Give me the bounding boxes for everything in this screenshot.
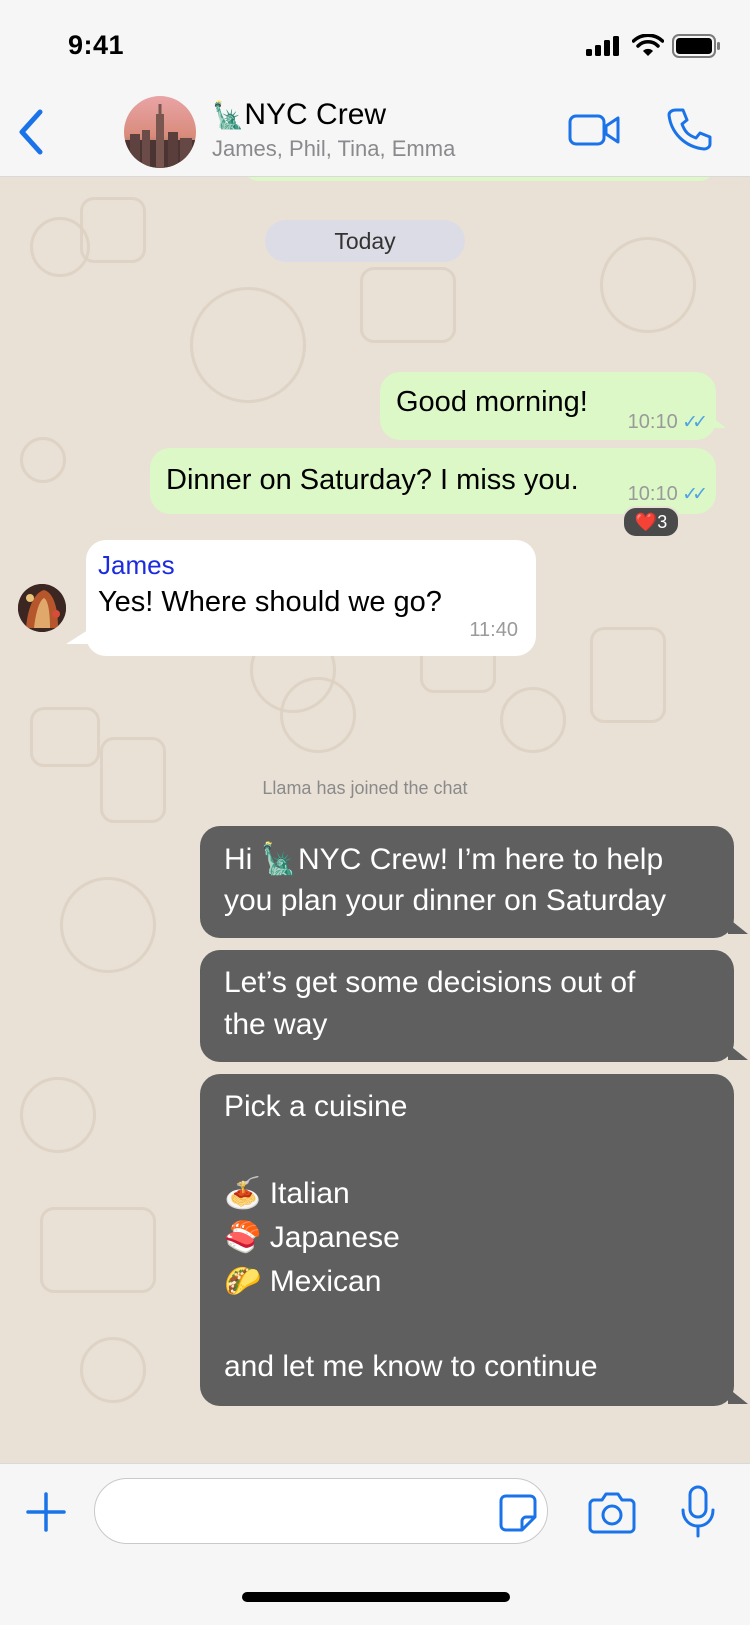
cuisine-option-italian: 🍝 Italian <box>224 1177 350 1210</box>
bubble-tail <box>66 630 88 644</box>
wallpaper-doodle <box>60 877 156 973</box>
sticker-icon[interactable] <box>498 1493 538 1533</box>
bot-message[interactable]: Let’s get some decisions out of the way <box>200 950 734 1062</box>
message-text: Good morning! <box>396 386 588 418</box>
message-line: Pick a cuisine <box>224 1090 408 1123</box>
wallpaper-doodle <box>80 1337 146 1403</box>
video-camera-icon[interactable] <box>568 110 622 150</box>
cuisine-option-mexican: 🌮 Mexican <box>224 1265 382 1298</box>
wallpaper-doodle <box>30 707 100 767</box>
message-line: you plan your dinner on Saturday <box>224 884 666 917</box>
message-meta: 10:10 ✓✓ <box>627 411 708 434</box>
phone-icon[interactable] <box>666 106 712 152</box>
bubble-tail <box>728 918 748 934</box>
message-meta: 10:10 ✓✓ <box>627 483 708 506</box>
reaction-badge[interactable]: ❤️3 <box>622 506 680 538</box>
top-bar: 9:41 🗽NYC Crew James, Phil, Tina, Emma <box>0 0 750 177</box>
reaction-count: 3 <box>657 512 668 532</box>
wallpaper-doodle <box>20 437 66 483</box>
chevron-left-icon[interactable] <box>14 106 50 158</box>
cellular-signal-icon <box>586 36 619 56</box>
chat-members: James, Phil, Tina, Emma <box>212 136 456 161</box>
message-time: 10:10 <box>627 483 678 505</box>
wallpaper-doodle <box>80 197 146 263</box>
date-separator: Today <box>265 220 465 262</box>
message-line: the way <box>224 1008 328 1041</box>
message-input[interactable] <box>94 1478 548 1544</box>
system-note: Llama has joined the chat <box>262 778 468 798</box>
wallpaper-doodle <box>600 237 696 333</box>
bubble-tail <box>728 1388 748 1404</box>
bot-message[interactable]: Pick a cuisine 🍝 Italian 🍣 Japanese 🌮 Me… <box>200 1074 734 1406</box>
bot-message[interactable]: Hi 🗽NYC Crew! I’m here to help you plan … <box>200 826 734 938</box>
bubble-tail <box>708 414 726 428</box>
wallpaper-doodle <box>40 1207 156 1293</box>
message-text: Dinner on Saturday? I miss you. <box>166 464 579 496</box>
sender-photo <box>18 584 66 632</box>
wallpaper-doodle <box>500 687 566 753</box>
outgoing-message[interactable]: Dinner on Saturday? I miss you. 10:10 ✓✓ <box>150 448 716 514</box>
message-time: 10:10 <box>627 411 678 433</box>
camera-icon[interactable] <box>588 1490 636 1534</box>
chat-title-text: NYC Crew <box>244 98 387 131</box>
message-time: 11:40 <box>469 619 518 641</box>
message-text: Yes! Where should we go? <box>98 586 442 618</box>
incoming-message[interactable]: James Yes! Where should we go? 11:40 <box>86 540 536 656</box>
double-check-read-icon: ✓✓ <box>682 412 708 433</box>
sender-name[interactable]: James <box>98 550 175 581</box>
message-line: and let me know to continue <box>224 1350 598 1383</box>
outgoing-message[interactable]: Good morning! 10:10 ✓✓ <box>380 372 716 440</box>
city-skyline-image <box>124 96 196 168</box>
cuisine-option-japanese: 🍣 Japanese <box>224 1221 400 1254</box>
double-check-read-icon: ✓✓ <box>682 484 708 505</box>
wallpaper-doodle <box>590 627 666 723</box>
group-avatar[interactable] <box>124 96 196 168</box>
wifi-icon <box>632 34 664 56</box>
wallpaper-doodle <box>360 267 456 343</box>
bubble-tail <box>728 1044 748 1060</box>
wallpaper-doodle <box>20 1077 96 1153</box>
microphone-icon[interactable] <box>680 1484 716 1540</box>
previous-message-edge <box>244 177 714 181</box>
avatar[interactable] <box>18 584 66 632</box>
message-line: Hi 🗽NYC Crew! I’m here to help <box>224 843 664 876</box>
status-time: 9:41 <box>68 30 125 60</box>
chat-title[interactable]: 🗽NYC Crew <box>212 98 386 132</box>
heart-icon: ❤️ <box>634 512 658 532</box>
battery-icon <box>672 34 720 58</box>
message-line: Let’s get some decisions out of <box>224 966 636 999</box>
wallpaper-doodle <box>280 677 356 753</box>
wallpaper-doodle <box>190 287 306 403</box>
home-indicator <box>242 1592 510 1602</box>
plus-icon[interactable] <box>24 1490 68 1534</box>
statue-of-liberty-emoji: 🗽 <box>212 100 245 130</box>
